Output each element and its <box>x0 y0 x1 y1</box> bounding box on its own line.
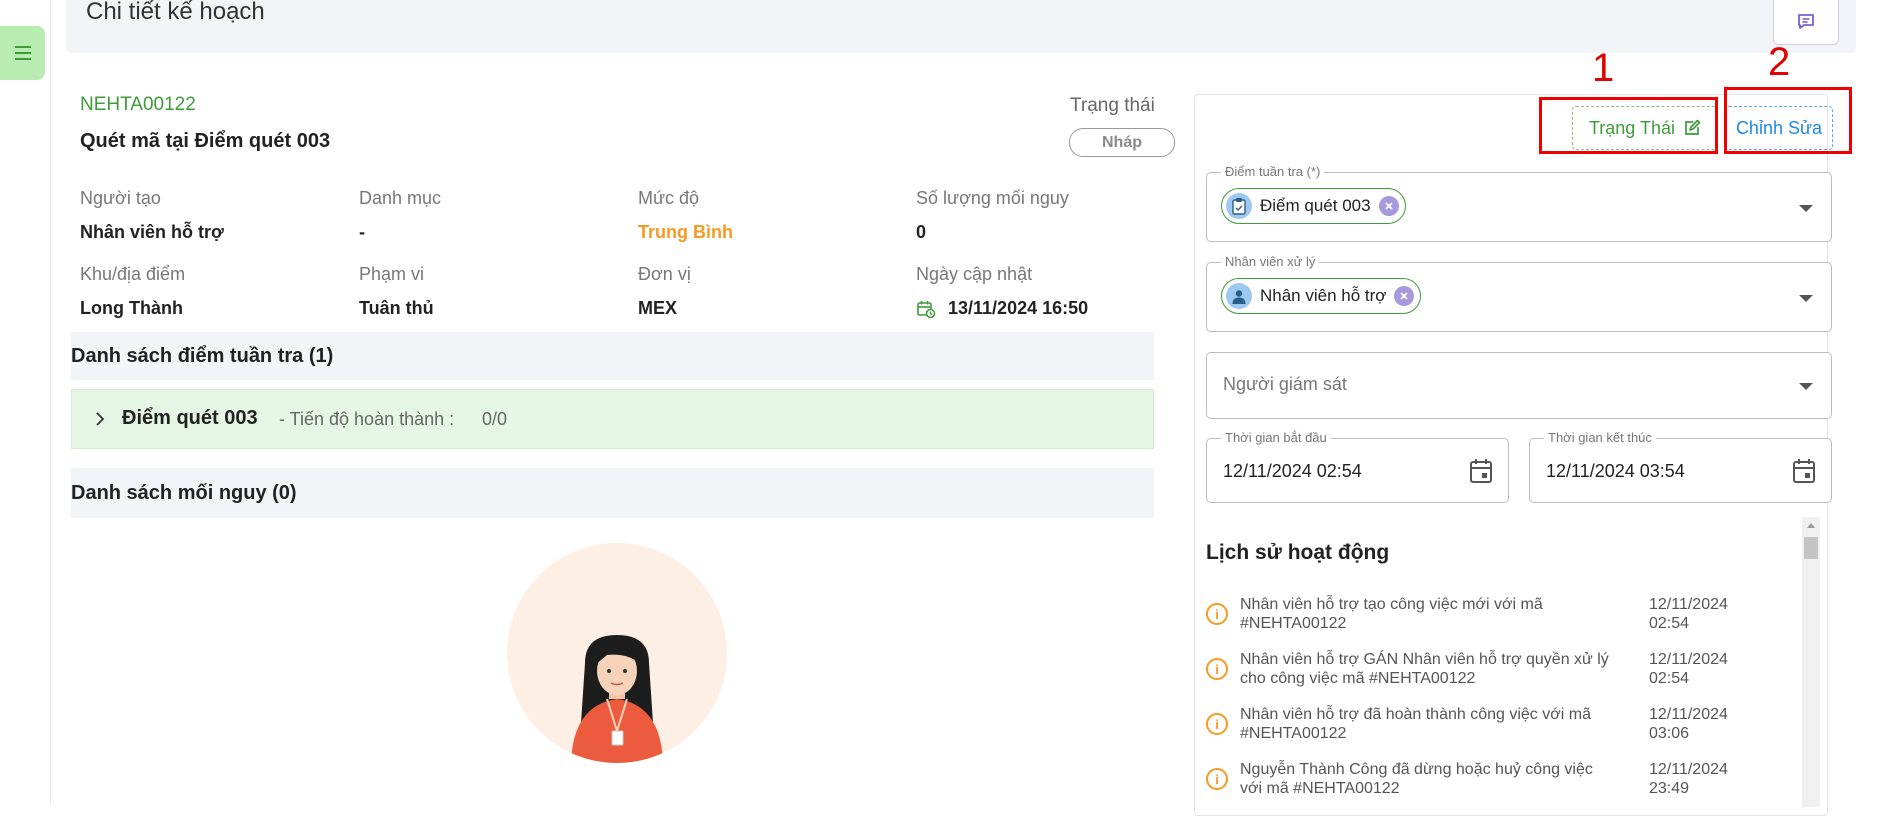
status-badge: Nháp <box>1069 128 1175 157</box>
person-illustration <box>548 635 686 763</box>
history-item: i Nhân viên hỗ trợ GÁN Nhân viên hỗ trợ … <box>1206 650 1746 702</box>
history-title: Lịch sử hoạt động <box>1206 541 1390 564</box>
plan-title: Quét mã tại Điểm quét 003 <box>80 130 331 152</box>
info-icon: i <box>1206 713 1228 735</box>
location-value: Long Thành <box>80 298 183 318</box>
chat-button[interactable] <box>1773 0 1839 45</box>
left-strip <box>0 0 51 804</box>
dropdown-arrow-icon[interactable] <box>1799 295 1813 302</box>
info-icon: i <box>1206 603 1228 625</box>
level-label: Mức độ <box>638 188 700 208</box>
checkpoint-name: Điểm quét 003 <box>122 407 258 429</box>
dropdown-arrow-icon[interactable] <box>1799 383 1813 390</box>
level-value: Trung Bình <box>638 222 733 242</box>
updated-label: Ngày cập nhật <box>916 264 1033 284</box>
annotation-number-2: 2 <box>1768 40 1791 84</box>
calendar-icon[interactable] <box>1792 458 1816 484</box>
hazard-count-label: Số lượng mối nguy <box>916 188 1069 208</box>
chevron-right-icon[interactable] <box>92 411 108 427</box>
checkpoint-row[interactable]: Điểm quét 003 - Tiến độ hoàn thành : 0/0 <box>71 389 1154 449</box>
checkpoint-select-label: Điểm tuần tra (*) <box>1221 164 1325 179</box>
handler-chip-label: Nhân viên hỗ trợ <box>1260 286 1387 305</box>
history-scrollbar-thumb[interactable] <box>1804 537 1818 559</box>
history-item-text: Nhân viên hỗ trợ tạo công việc mới với m… <box>1240 596 1543 632</box>
handler-select[interactable]: Nhân viên xử lý Nhân viên hỗ trợ <box>1206 254 1832 332</box>
scroll-up-icon[interactable] <box>1806 521 1816 529</box>
hazard-list-title: Danh sách mối nguy (0) <box>71 482 297 504</box>
hazard-count-value: 0 <box>916 222 927 242</box>
checkpoint-select[interactable]: Điểm tuần tra (*) Điểm quét 003 <box>1206 164 1832 242</box>
calendar-clock-icon <box>917 301 936 319</box>
history-item-date: 12/11/2024 02:54 <box>1649 651 1728 687</box>
history-item-text: Nguyễn Thành Công đã dừng hoặc huỷ công … <box>1240 761 1593 797</box>
annotation-box-1 <box>1539 97 1718 154</box>
end-time-value: 12/11/2024 03:54 <box>1546 461 1685 481</box>
history-item-text: Nhân viên hỗ trợ GÁN Nhân viên hỗ trợ qu… <box>1240 651 1609 687</box>
handler-select-label: Nhân viên xử lý <box>1221 254 1320 269</box>
creator-value: Nhân viên hỗ trợ <box>80 222 224 242</box>
info-icon: i <box>1206 768 1228 790</box>
history-item: i Nguyễn Thành Công đã dừng hoặc huỷ côn… <box>1206 760 1746 812</box>
status-label: Trạng thái <box>1070 95 1155 116</box>
history-item-text: Nhân viên hỗ trợ đã hoàn thành công việc… <box>1240 706 1591 742</box>
checkpoint-list-header: Danh sách điểm tuần tra (1) <box>71 332 1154 380</box>
close-icon[interactable] <box>1394 286 1415 306</box>
checkpoint-list-title: Danh sách điểm tuần tra (1) <box>71 345 334 367</box>
end-time-input[interactable]: Thời gian kết thúc 12/11/2024 03:54 <box>1529 430 1832 503</box>
plan-code: NEHTA00122 <box>80 94 196 115</box>
history-item-date: 12/11/2024 23:49 <box>1649 761 1728 797</box>
close-icon[interactable] <box>1378 196 1399 216</box>
chat-icon <box>1798 14 1814 29</box>
supervisor-placeholder: Người giám sát <box>1223 374 1347 394</box>
creator-label: Người tạo <box>80 188 161 208</box>
start-time-value: 12/11/2024 02:54 <box>1223 461 1362 481</box>
checkpoint-chip-label: Điểm quét 003 <box>1260 196 1371 215</box>
unit-value: MEX <box>638 298 678 318</box>
handler-chip: Nhân viên hỗ trợ <box>1221 278 1422 314</box>
location-label: Khu/địa điểm <box>80 264 186 284</box>
checkpoint-chip: Điểm quét 003 <box>1221 188 1406 224</box>
start-time-input[interactable]: Thời gian bắt đầu 12/11/2024 02:54 <box>1206 430 1509 503</box>
empty-state-illustration <box>507 543 727 763</box>
updated-value: 13/11/2024 16:50 <box>948 298 1089 318</box>
scope-value: Tuân thủ <box>359 298 434 318</box>
annotation-box-2 <box>1724 87 1852 154</box>
clipboard-icon <box>1226 193 1252 219</box>
history-item: i Nhân viên hỗ trợ đã hoàn thành công vi… <box>1206 705 1746 757</box>
history-item-date: 12/11/2024 02:54 <box>1649 596 1728 632</box>
category-label: Danh mục <box>359 188 442 208</box>
user-icon <box>1226 283 1252 309</box>
info-icon: i <box>1206 658 1228 680</box>
end-time-label: Thời gian kết thúc <box>1544 430 1656 445</box>
annotation-number-1: 1 <box>1592 46 1615 90</box>
history-scrollbar[interactable] <box>1802 517 1820 807</box>
history-item: i Nhân viên hỗ trợ tạo công việc mới với… <box>1206 595 1746 647</box>
supervisor-select[interactable]: Người giám sát <box>1206 352 1832 419</box>
unit-label: Đơn vị <box>638 264 691 284</box>
dropdown-arrow-icon[interactable] <box>1799 205 1813 212</box>
calendar-icon[interactable] <box>1469 458 1493 484</box>
page-header: Chi tiết kế hoạch <box>66 0 1856 53</box>
checkpoint-progress-value: 0/0 <box>482 409 508 429</box>
history-item-date: 12/11/2024 03:06 <box>1649 706 1728 742</box>
page-title: Chi tiết kế hoạch <box>86 0 265 25</box>
checkpoint-progress-label: - Tiến độ hoàn thành : <box>279 409 455 429</box>
category-value: - <box>359 222 365 242</box>
sidebar-toggle-button[interactable] <box>0 26 45 80</box>
start-time-label: Thời gian bắt đầu <box>1221 430 1331 445</box>
scope-label: Phạm vi <box>359 264 425 284</box>
menu-icon <box>14 46 31 60</box>
hazard-list-header: Danh sách mối nguy (0) <box>71 468 1154 518</box>
